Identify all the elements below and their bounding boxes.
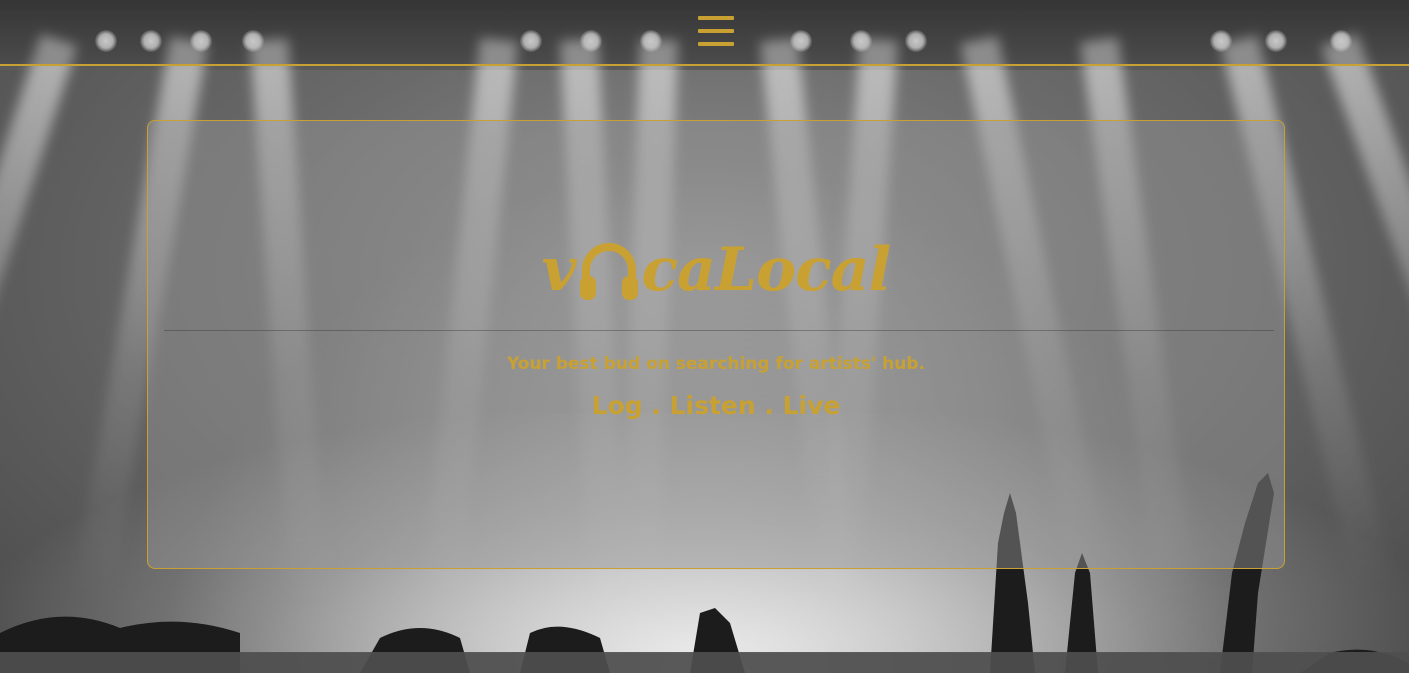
hamburger-menu-icon[interactable] xyxy=(698,16,734,46)
logo-text-start: v xyxy=(541,235,577,305)
tagline: Your best bud on searching for artists' … xyxy=(507,354,925,374)
top-navbar xyxy=(0,0,1409,66)
hero-divider xyxy=(164,330,1274,331)
hero-panel: v caLocal Your best bud on searching for… xyxy=(147,120,1285,569)
motto: Log . Listen . Live xyxy=(591,391,841,420)
bottom-bar xyxy=(0,652,1409,673)
logo-text-end: caLocal xyxy=(641,235,892,305)
headphones-icon xyxy=(579,243,638,300)
brand-logo: v caLocal xyxy=(148,225,1284,315)
